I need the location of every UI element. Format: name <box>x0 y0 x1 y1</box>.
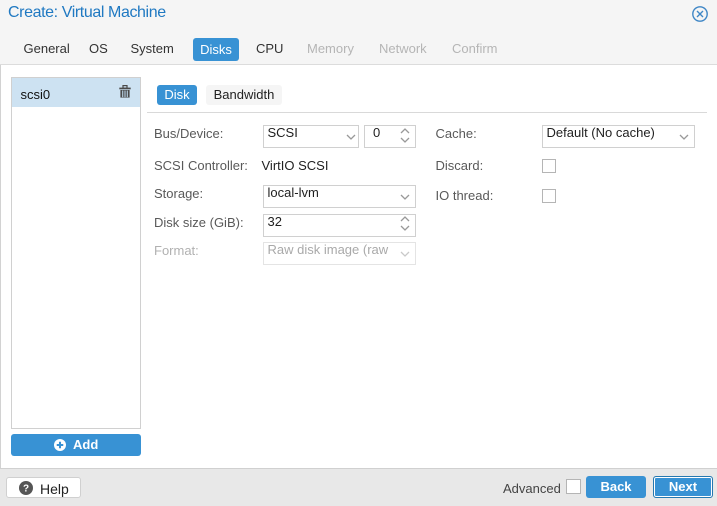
svg-text:?: ? <box>23 484 29 495</box>
